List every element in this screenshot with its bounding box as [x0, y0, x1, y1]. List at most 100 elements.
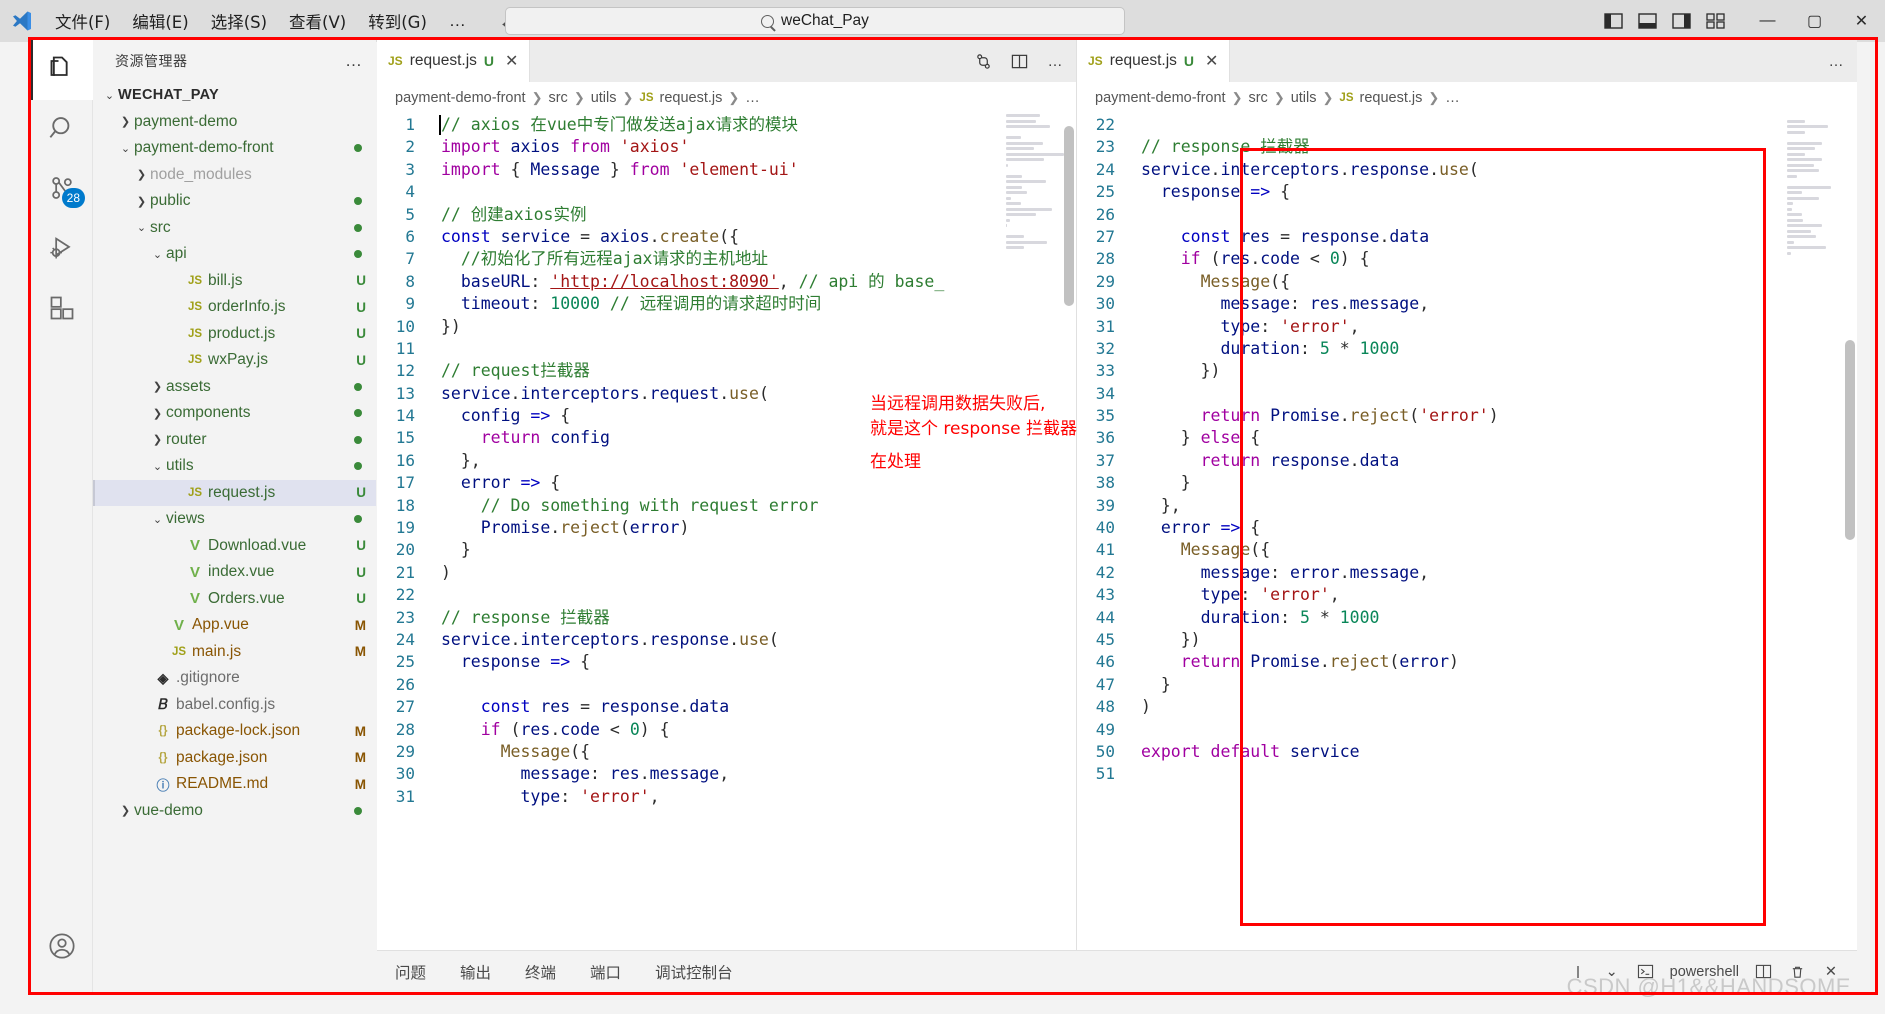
code-editor-right[interactable]: 22 23// response 拦截器 24 service.interceptor…: [1077, 114, 1857, 992]
tab-request-js-right[interactable]: JS request.js U ✕: [1077, 40, 1231, 82]
code-text[interactable]: [1131, 383, 1141, 405]
customize-layout-icon[interactable]: [1700, 6, 1730, 36]
code-text[interactable]: }: [1131, 472, 1191, 494]
panel-tab-ports[interactable]: 端口: [590, 961, 621, 983]
menu-view[interactable]: 查看(V): [278, 5, 357, 37]
tree-item-package-lock-json[interactable]: {} package-lock.json M: [93, 718, 376, 745]
panel-tab-terminal[interactable]: 终端: [525, 961, 556, 983]
code-text[interactable]: type: 'error',: [1131, 584, 1340, 606]
code-text[interactable]: ): [1131, 696, 1151, 718]
code-text[interactable]: baseURL: 'http://localhost:8090', // api…: [431, 271, 944, 293]
menu-file[interactable]: 文件(F): [44, 5, 121, 37]
code-text[interactable]: duration: 5 * 1000: [1131, 338, 1399, 360]
tree-item-readme-md[interactable]: ⓘ README.md M: [93, 771, 376, 798]
tree-item-public[interactable]: ❯ public: [93, 188, 376, 215]
editor-scrollbar-left[interactable]: [1064, 126, 1074, 306]
code-text[interactable]: // response 拦截器: [1131, 136, 1310, 158]
activity-item-account[interactable]: [31, 918, 93, 978]
code-text[interactable]: if (res.code < 0) {: [1131, 248, 1370, 270]
panel-tab-debug-console[interactable]: 调试控制台: [655, 961, 733, 983]
tree-item-utils[interactable]: ⌄ utils: [93, 453, 376, 480]
split-compare-icon[interactable]: [972, 50, 994, 72]
code-text[interactable]: [431, 584, 441, 606]
code-text[interactable]: return Promise.reject(error): [1131, 651, 1459, 673]
tree-item-wxpay-js[interactable]: JS wxPay.js U: [93, 347, 376, 374]
tree-item-request-js[interactable]: JS request.js U: [93, 479, 376, 506]
code-text[interactable]: error => {: [431, 472, 560, 494]
activity-item-extensions[interactable]: [31, 280, 93, 340]
toggle-secondary-sidebar-icon[interactable]: [1666, 6, 1696, 36]
activity-item-explorer[interactable]: [31, 40, 93, 100]
code-text[interactable]: return response.data: [1131, 450, 1400, 472]
tree-item-download-vue[interactable]: V Download.vue U: [93, 533, 376, 560]
activity-item-run-debug[interactable]: [31, 220, 93, 280]
code-text[interactable]: type: 'error',: [431, 786, 659, 808]
code-text[interactable]: [1131, 719, 1141, 741]
minimize-button[interactable]: —: [1744, 0, 1791, 42]
code-text[interactable]: response => {: [431, 651, 590, 673]
tree-item-api[interactable]: ⌄ api: [93, 241, 376, 268]
tree-item-package-json[interactable]: {} package.json M: [93, 745, 376, 772]
code-text[interactable]: },: [1131, 495, 1181, 517]
code-editor-left[interactable]: 1 // axios 在vue中专门做发送ajax请求的模块 2 import axi…: [377, 114, 1076, 992]
tree-item-components[interactable]: ❯ components: [93, 400, 376, 427]
breadcrumb-segment[interactable]: payment-demo-front: [1095, 90, 1226, 106]
tree-item-src[interactable]: ⌄ src: [93, 215, 376, 242]
tree-item-index-vue[interactable]: Vindex.vue U: [93, 559, 376, 586]
activity-item-search[interactable]: [31, 100, 93, 160]
code-text[interactable]: const res = response.data: [431, 696, 729, 718]
tree-item-orders-vue[interactable]: V Orders.vue U: [93, 586, 376, 613]
code-text[interactable]: [431, 338, 441, 360]
panel-tab-problems[interactable]: 问题: [395, 961, 426, 983]
code-text[interactable]: Promise.reject(error): [431, 517, 690, 539]
code-text[interactable]: [1131, 114, 1141, 136]
code-text[interactable]: [431, 674, 441, 696]
tree-item-app-vue[interactable]: V App.vue M: [93, 612, 376, 639]
chevron-icon[interactable]: ⌄: [133, 221, 150, 234]
tree-item-wechat-pay[interactable]: ⌄ WECHAT_PAY: [93, 82, 376, 109]
code-text[interactable]: Message({: [1131, 539, 1270, 561]
chevron-icon[interactable]: ⌄: [117, 142, 134, 155]
chevron-icon[interactable]: ❯: [133, 168, 150, 181]
code-text[interactable]: return config: [431, 427, 610, 449]
code-text[interactable]: }: [431, 539, 471, 561]
code-text[interactable]: message: error.message,: [1131, 562, 1430, 584]
code-text[interactable]: [1131, 204, 1141, 226]
split-editor-icon[interactable]: [1008, 50, 1030, 72]
code-text[interactable]: timeout: 10000 // 远程调用的请求超时时间: [431, 293, 821, 315]
chevron-icon[interactable]: ❯: [149, 433, 166, 446]
code-text[interactable]: message: res.message,: [1131, 293, 1429, 315]
code-text[interactable]: return Promise.reject('error'): [1131, 405, 1499, 427]
code-text[interactable]: error => {: [1131, 517, 1260, 539]
code-text[interactable]: }): [1131, 629, 1201, 651]
code-text[interactable]: // axios 在vue中专门做发送ajax请求的模块: [431, 114, 798, 136]
code-text[interactable]: import axios from 'axios': [431, 136, 689, 158]
code-text[interactable]: config => {: [431, 405, 570, 427]
tree-item-bill-js[interactable]: JS bill.js U: [93, 268, 376, 295]
menu-overflow-icon[interactable]: …: [438, 7, 478, 35]
breadcrumb-segment[interactable]: src: [548, 90, 567, 106]
minimap-left[interactable]: [1006, 114, 1064, 249]
code-text[interactable]: Message({: [1131, 271, 1290, 293]
tree-item-payment-demo[interactable]: ❯ payment-demo: [93, 109, 376, 136]
tree-item-payment-demo-front[interactable]: ⌄ payment-demo-front: [93, 135, 376, 162]
panel-tab-output[interactable]: 输出: [460, 961, 491, 983]
tree-item-assets[interactable]: ❯ assets: [93, 374, 376, 401]
code-text[interactable]: type: 'error',: [1131, 316, 1359, 338]
code-text[interactable]: // 创建axios实例: [431, 204, 586, 226]
code-text[interactable]: ): [431, 562, 451, 584]
code-text[interactable]: // Do something with request error: [431, 495, 819, 517]
breadcrumb-segment[interactable]: payment-demo-front: [395, 90, 526, 106]
code-text[interactable]: const service = axios.create({: [431, 226, 739, 248]
menu-selection[interactable]: 选择(S): [200, 5, 278, 37]
code-text[interactable]: [1131, 763, 1141, 785]
code-text[interactable]: duration: 5 * 1000: [1131, 607, 1380, 629]
code-text[interactable]: import { Message } from 'element-ui': [431, 159, 799, 181]
tree-item-orderinfo-js[interactable]: JS orderInfo.js U: [93, 294, 376, 321]
breadcrumb-segment[interactable]: …: [1445, 90, 1460, 106]
close-icon[interactable]: ✕: [1205, 51, 1218, 71]
maximize-button[interactable]: ▢: [1791, 0, 1838, 42]
tree-item-vue-demo[interactable]: ❯ vue-demo: [93, 798, 376, 825]
chevron-icon[interactable]: ❯: [149, 380, 166, 393]
code-text[interactable]: const res = response.data: [1131, 226, 1429, 248]
